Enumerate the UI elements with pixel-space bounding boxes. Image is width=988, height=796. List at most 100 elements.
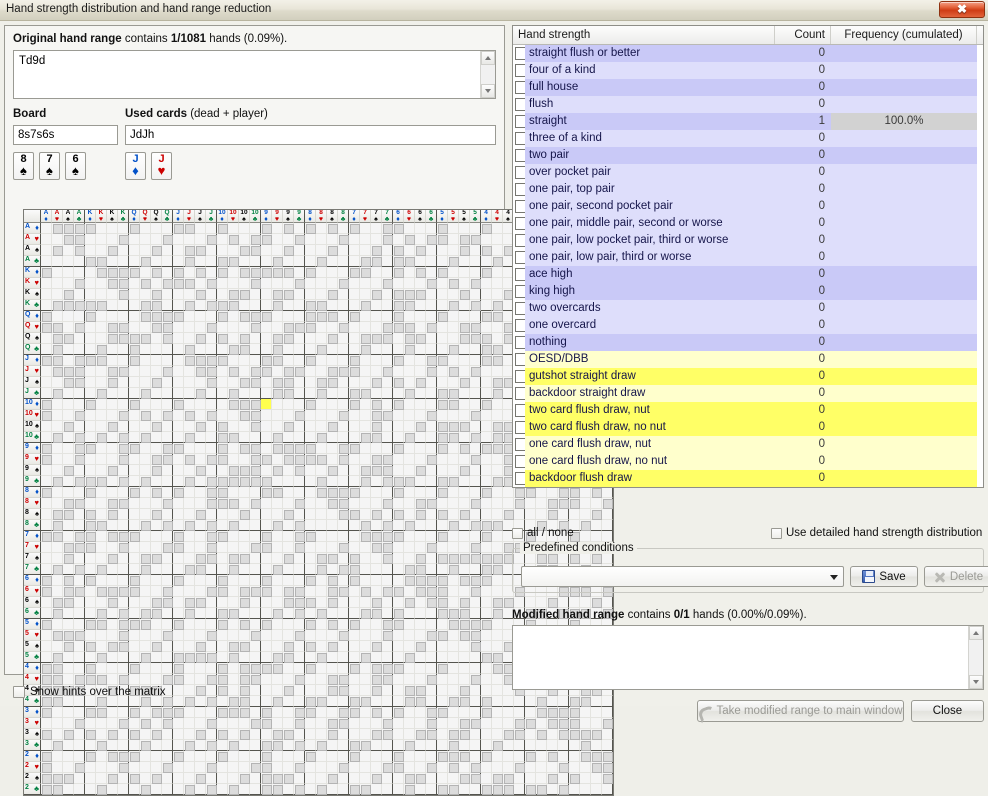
matrix-cell[interactable]: [74, 586, 85, 597]
matrix-cell[interactable]: [96, 300, 107, 311]
matrix-cell[interactable]: [371, 630, 382, 641]
matrix-cell[interactable]: [184, 476, 195, 487]
table-row[interactable]: straight 1 100.0%: [513, 113, 983, 130]
matrix-cell[interactable]: [283, 564, 294, 575]
column-header-frequency[interactable]: Frequency (cumulated): [831, 26, 977, 44]
matrix-cell[interactable]: [162, 597, 173, 608]
matrix-cell[interactable]: [184, 564, 195, 575]
matrix-cell[interactable]: [195, 674, 206, 685]
matrix-col-header[interactable]: J ♠: [195, 210, 206, 223]
matrix-cell[interactable]: [239, 509, 250, 520]
matrix-cell[interactable]: [481, 564, 492, 575]
matrix-cell[interactable]: [360, 740, 371, 751]
matrix-cell[interactable]: [481, 487, 492, 498]
matrix-cell[interactable]: [162, 740, 173, 751]
matrix-cell[interactable]: [129, 608, 140, 619]
matrix-cell[interactable]: [228, 223, 239, 234]
matrix-cell[interactable]: [261, 696, 272, 707]
matrix-cell[interactable]: [107, 388, 118, 399]
matrix-cell[interactable]: [96, 322, 107, 333]
table-row[interactable]: one pair, low pair, third or worse 0: [513, 249, 983, 266]
matrix-cell[interactable]: [360, 729, 371, 740]
matrix-cell[interactable]: [393, 762, 404, 773]
matrix-cell[interactable]: [239, 729, 250, 740]
matrix-cell[interactable]: [360, 322, 371, 333]
matrix-cell[interactable]: [492, 311, 503, 322]
matrix-cell[interactable]: [173, 476, 184, 487]
matrix-cell[interactable]: [173, 344, 184, 355]
matrix-cell[interactable]: [184, 630, 195, 641]
matrix-col-header[interactable]: J ♥: [184, 210, 195, 223]
matrix-cell[interactable]: [393, 344, 404, 355]
matrix-cell[interactable]: [327, 751, 338, 762]
matrix-cell[interactable]: [316, 685, 327, 696]
matrix-cell[interactable]: [228, 740, 239, 751]
matrix-cell[interactable]: [118, 322, 129, 333]
matrix-cell[interactable]: [184, 553, 195, 564]
matrix-cell[interactable]: [294, 718, 305, 729]
matrix-cell[interactable]: [448, 696, 459, 707]
matrix-cell[interactable]: [393, 432, 404, 443]
row-checkbox[interactable]: [513, 402, 525, 419]
matrix-cell[interactable]: [96, 597, 107, 608]
matrix-row-header[interactable]: 10 ♥: [24, 410, 41, 421]
matrix-cell[interactable]: [85, 652, 96, 663]
matrix-cell[interactable]: [140, 487, 151, 498]
matrix-cell[interactable]: [470, 487, 481, 498]
matrix-cell[interactable]: [492, 619, 503, 630]
matrix-cell[interactable]: [415, 223, 426, 234]
matrix-cell[interactable]: [195, 432, 206, 443]
matrix-cell[interactable]: [382, 608, 393, 619]
matrix-cell[interactable]: [371, 223, 382, 234]
matrix-cell[interactable]: [272, 773, 283, 784]
matrix-cell[interactable]: [41, 575, 52, 586]
matrix-cell[interactable]: [316, 256, 327, 267]
matrix-cell[interactable]: [338, 234, 349, 245]
matrix-cell[interactable]: [63, 278, 74, 289]
matrix-cell[interactable]: [470, 443, 481, 454]
matrix-cell[interactable]: [492, 443, 503, 454]
matrix-cell[interactable]: [206, 652, 217, 663]
matrix-cell[interactable]: [591, 696, 602, 707]
matrix-cell[interactable]: [404, 608, 415, 619]
matrix-cell[interactable]: [437, 762, 448, 773]
matrix-cell[interactable]: [63, 410, 74, 421]
matrix-cell[interactable]: [151, 289, 162, 300]
matrix-cell[interactable]: [470, 520, 481, 531]
matrix-col-header[interactable]: 6 ♠: [415, 210, 426, 223]
matrix-cell[interactable]: [602, 707, 613, 718]
matrix-cell[interactable]: [492, 245, 503, 256]
matrix-cell[interactable]: [327, 322, 338, 333]
matrix-cell[interactable]: [393, 652, 404, 663]
matrix-cell[interactable]: [492, 531, 503, 542]
matrix-cell[interactable]: [305, 267, 316, 278]
matrix-cell[interactable]: [261, 597, 272, 608]
matrix-row-header[interactable]: 7 ♥: [24, 542, 41, 553]
matrix-cell[interactable]: [173, 245, 184, 256]
matrix-cell[interactable]: [96, 399, 107, 410]
matrix-cell[interactable]: [118, 311, 129, 322]
matrix-cell[interactable]: [217, 597, 228, 608]
matrix-cell[interactable]: [217, 399, 228, 410]
matrix-cell[interactable]: [151, 234, 162, 245]
matrix-cell[interactable]: [415, 564, 426, 575]
matrix-cell[interactable]: [41, 718, 52, 729]
matrix-cell[interactable]: [294, 388, 305, 399]
matrix-cell[interactable]: [470, 696, 481, 707]
matrix-cell[interactable]: [140, 344, 151, 355]
matrix-cell[interactable]: [481, 542, 492, 553]
matrix-cell[interactable]: [547, 784, 558, 795]
matrix-cell[interactable]: [437, 476, 448, 487]
matrix-cell[interactable]: [162, 487, 173, 498]
matrix-cell[interactable]: [151, 421, 162, 432]
matrix-cell[interactable]: [492, 509, 503, 520]
matrix-cell[interactable]: [481, 443, 492, 454]
matrix-cell[interactable]: [118, 333, 129, 344]
matrix-cell[interactable]: [239, 619, 250, 630]
matrix-cell[interactable]: [107, 278, 118, 289]
matrix-cell[interactable]: [437, 388, 448, 399]
matrix-cell[interactable]: [448, 707, 459, 718]
matrix-cell[interactable]: [404, 377, 415, 388]
matrix-cell[interactable]: [173, 498, 184, 509]
matrix-cell[interactable]: [492, 674, 503, 685]
